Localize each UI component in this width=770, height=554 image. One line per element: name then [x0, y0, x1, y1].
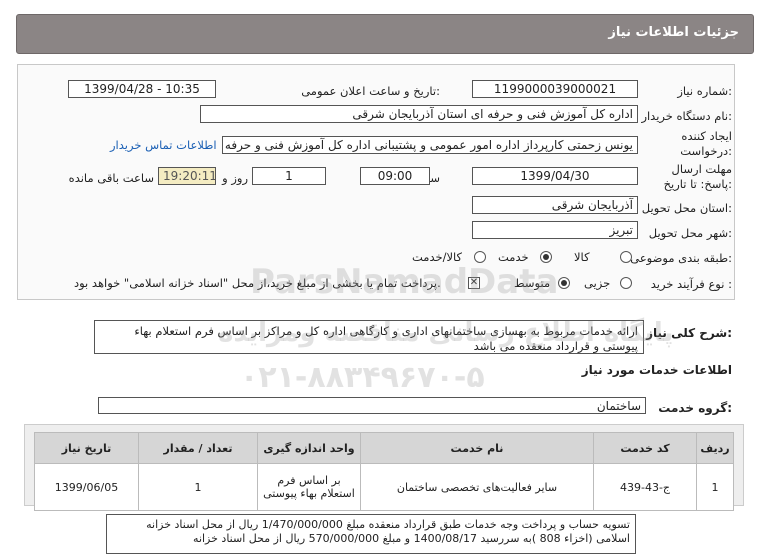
- buyer-field[interactable]: اداره کل آموزش فنی و حرفه ای استان آذربا…: [200, 105, 638, 123]
- service-group-label: گروه خدمت:: [658, 401, 732, 415]
- cell-date: 1399/06/05: [34, 463, 139, 511]
- items-table-header: ردیف کد خدمت نام خدمت واحد اندازه گیری ت…: [34, 432, 734, 464]
- days-label: روز و: [222, 171, 248, 185]
- process-label: نوع فرآیند خرید :: [650, 277, 732, 291]
- process-radio-minor[interactable]: [620, 277, 632, 289]
- province-label: استان محل تحویل:: [641, 201, 732, 215]
- treasury-note: پرداخت تمام یا بخشی از مبلغ خرید،از محل …: [74, 276, 441, 290]
- service-group-field[interactable]: ساختمان: [98, 397, 646, 414]
- remaining-label: ساعت باقی مانده: [68, 171, 154, 185]
- page-header: جزئیات اطلاعات نیاز: [16, 14, 754, 54]
- deadline-time-field[interactable]: 09:00: [360, 167, 430, 185]
- cell-row: 1: [696, 463, 734, 511]
- col-date: تاریخ نیاز: [34, 432, 139, 464]
- col-qty: تعداد / مقدار: [138, 432, 258, 464]
- category-radio-service[interactable]: [540, 251, 552, 263]
- category-option-goods-service: کالا/خدمت: [412, 250, 463, 264]
- watermark-phone: ۰۲۱-۸۸۳۴۹۶۷۰-۵: [240, 360, 485, 395]
- category-label: طبقه بندی موضوعی:: [630, 251, 732, 265]
- buyer-notes-text: تسویه حساب و پرداخت وجه خدمات طبق قراردا…: [106, 514, 636, 554]
- city-label: شهر محل تحویل:: [648, 226, 732, 240]
- creator-field[interactable]: یونس زحمتی کارپرداز اداره امور عمومی و پ…: [222, 136, 638, 154]
- process-radio-medium[interactable]: [558, 277, 570, 289]
- col-row: ردیف: [696, 432, 734, 464]
- deadline-date-field[interactable]: 1399/04/30: [472, 167, 638, 185]
- announce-field[interactable]: 1399/04/28 - 10:35: [68, 80, 216, 98]
- deadline-label: مهلت ارسال پاسخ: تا تاریخ:: [663, 162, 732, 191]
- cell-unit: بر اساس فرم استعلام بهاء پیوستی: [257, 463, 361, 511]
- category-radio-goods-service[interactable]: [474, 251, 486, 263]
- items-table: ردیف کد خدمت نام خدمت واحد اندازه گیری ت…: [34, 432, 734, 511]
- description-text: ارائه خدمات مربوط به بهسازی ساختمانهای ا…: [94, 320, 644, 354]
- creator-label: ایجاد کننده درخواست:: [680, 129, 732, 158]
- announce-label: تاریخ و ساعت اعلان عمومی:: [301, 84, 440, 98]
- need-number-label: شماره نیاز:: [677, 84, 732, 98]
- remaining-time-field: 19:20:11: [158, 167, 216, 185]
- need-number-field[interactable]: 1199000039000021: [472, 80, 638, 98]
- col-name: نام خدمت: [360, 432, 594, 464]
- process-option-minor: جزیی: [584, 276, 611, 290]
- table-row[interactable]: 1 ج-43-439 سایر فعالیت‌های تخصصی ساختمان…: [34, 463, 734, 511]
- buyer-label: نام دستگاه خریدار:: [641, 109, 732, 123]
- col-unit: واحد اندازه گیری: [257, 432, 361, 464]
- category-option-service: خدمت: [498, 250, 529, 264]
- cell-qty: 1: [138, 463, 258, 511]
- city-field[interactable]: تبریز: [472, 221, 638, 239]
- cell-name: سایر فعالیت‌های تخصصی ساختمان: [360, 463, 594, 511]
- treasury-checkbox[interactable]: ✕: [468, 277, 480, 289]
- category-radio-goods[interactable]: [620, 251, 632, 263]
- services-section-title: اطلاعات خدمات مورد نیاز: [581, 363, 732, 377]
- category-option-goods: کالا: [574, 250, 590, 264]
- cell-code: ج-43-439: [593, 463, 697, 511]
- description-label: شرح کلی نیاز:: [646, 326, 732, 340]
- col-code: کد خدمت: [593, 432, 697, 464]
- province-field[interactable]: آذربایجان شرقی: [472, 196, 638, 214]
- process-option-medium: متوسط: [514, 276, 551, 290]
- page-title: جزئیات اطلاعات نیاز: [608, 25, 739, 40]
- buyer-contact-link[interactable]: اطلاعات تماس خریدار: [110, 138, 217, 152]
- days-field[interactable]: 1: [252, 167, 326, 185]
